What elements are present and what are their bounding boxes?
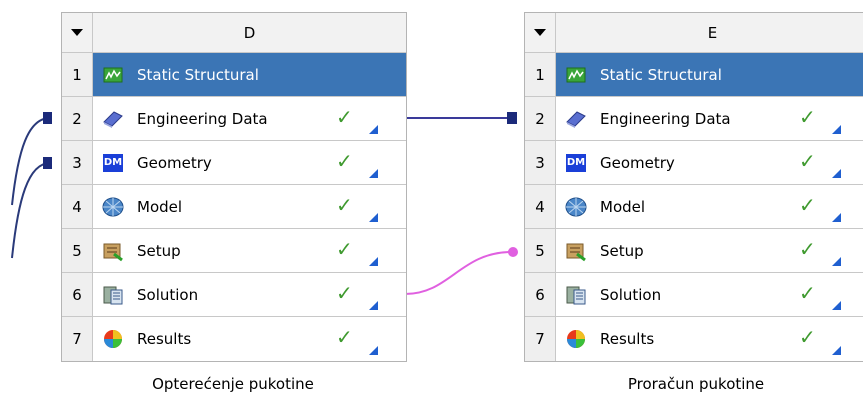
system-d-row-3[interactable]: 3 DM Geometry ✓ (62, 141, 406, 185)
connector-d-engineering-data (43, 112, 52, 124)
row-index: 5 (525, 229, 556, 272)
system-e-header[interactable]: E (525, 13, 863, 53)
up-to-date-check-icon: ✓ (799, 325, 816, 349)
system-d-row-5[interactable]: 5 Setup ✓ (62, 229, 406, 273)
geometry-dm-icon: DM (102, 152, 124, 174)
cell-corner-icon (369, 125, 378, 134)
system-e-caption[interactable]: Proračun pukotine (524, 375, 863, 393)
up-to-date-check-icon: ✓ (336, 105, 353, 129)
link-solution-d-to-setup-e (404, 251, 513, 295)
row-label: Solution (137, 285, 199, 304)
cell-corner-icon (369, 257, 378, 266)
cell-corner-icon (832, 346, 841, 355)
row-label: Geometry (600, 153, 675, 172)
system-d-row-1[interactable]: 1 Static Structural (62, 53, 406, 97)
system-e[interactable]: E 1 Static Structural 2 Engineering Data… (524, 12, 863, 362)
row-index: 6 (525, 273, 556, 316)
cell-corner-icon (832, 169, 841, 178)
cell-corner-icon (369, 301, 378, 310)
engineering-data-icon (565, 108, 587, 130)
connector-d-geometry (43, 157, 52, 169)
row-index: 2 (525, 97, 556, 140)
row-label: Setup (137, 241, 181, 260)
system-d-header-label: D (93, 13, 406, 52)
row-label: Solution (600, 285, 662, 304)
up-to-date-check-icon: ✓ (799, 237, 816, 261)
row-label: Setup (600, 241, 644, 260)
up-to-date-check-icon: ✓ (336, 193, 353, 217)
cell-corner-icon (369, 169, 378, 178)
row-index: 3 (62, 141, 93, 184)
solution-icon (565, 284, 587, 306)
cell-corner-icon (369, 213, 378, 222)
system-e-header-label: E (556, 13, 863, 52)
model-icon (102, 196, 124, 218)
up-to-date-check-icon: ✓ (336, 325, 353, 349)
row-label: Static Structural (600, 65, 722, 84)
system-d-menu-button[interactable] (62, 13, 93, 52)
system-d-row-4[interactable]: 4 Model ✓ (62, 185, 406, 229)
row-label: Results (137, 330, 192, 348)
system-e-row-5[interactable]: 5 Setup ✓ (525, 229, 863, 273)
up-to-date-check-icon: ✓ (336, 281, 353, 305)
system-e-row-2[interactable]: 2 Engineering Data ✓ (525, 97, 863, 141)
system-d-header[interactable]: D (62, 13, 406, 53)
geometry-dm-icon: DM (565, 152, 587, 174)
incoming-link-geometry (11, 162, 51, 259)
cell-corner-icon (832, 257, 841, 266)
up-to-date-check-icon: ✓ (336, 149, 353, 173)
model-icon (565, 196, 587, 218)
system-d-caption[interactable]: Opterećenje pukotine (61, 375, 405, 393)
setup-icon (102, 240, 124, 262)
system-e-row-7[interactable]: 7 Results ✓ (525, 317, 863, 361)
connector-e-engineering-data (507, 112, 517, 124)
results-icon (102, 328, 124, 350)
dropdown-arrow-icon (534, 29, 546, 36)
row-label: Static Structural (137, 65, 259, 84)
results-icon (565, 328, 587, 350)
up-to-date-check-icon: ✓ (336, 237, 353, 261)
static-structural-icon (565, 64, 587, 86)
static-structural-icon (102, 64, 124, 86)
system-e-row-4[interactable]: 4 Model ✓ (525, 185, 863, 229)
row-index: 3 (525, 141, 556, 184)
row-index: 7 (525, 317, 556, 361)
row-label: Model (600, 197, 646, 216)
row-index: 4 (525, 185, 556, 228)
row-label: Engineering Data (137, 109, 268, 128)
solution-icon (102, 284, 124, 306)
row-index: 7 (62, 317, 93, 361)
system-d[interactable]: D 1 Static Structural 2 Engineering Data… (61, 12, 407, 362)
system-d-row-7[interactable]: 7 Results ✓ (62, 317, 406, 361)
setup-icon (565, 240, 587, 262)
system-e-row-1[interactable]: 1 Static Structural (525, 53, 863, 97)
system-d-row-2[interactable]: 2 Engineering Data ✓ (62, 97, 406, 141)
system-e-row-3[interactable]: 3 DM Geometry ✓ (525, 141, 863, 185)
cell-corner-icon (832, 213, 841, 222)
system-e-menu-button[interactable] (525, 13, 556, 52)
up-to-date-check-icon: ✓ (799, 149, 816, 173)
up-to-date-check-icon: ✓ (799, 281, 816, 305)
connector-e-setup (508, 247, 518, 257)
row-label: Geometry (137, 153, 212, 172)
system-e-row-6[interactable]: 6 Solution ✓ (525, 273, 863, 317)
cell-corner-icon (832, 125, 841, 134)
up-to-date-check-icon: ✓ (799, 105, 816, 129)
system-d-row-6[interactable]: 6 Solution ✓ (62, 273, 406, 317)
row-index: 4 (62, 185, 93, 228)
row-index: 1 (62, 53, 93, 96)
row-label: Results (600, 330, 655, 348)
dropdown-arrow-icon (71, 29, 83, 36)
row-index: 1 (525, 53, 556, 96)
row-index: 5 (62, 229, 93, 272)
cell-corner-icon (369, 346, 378, 355)
row-label: Model (137, 197, 183, 216)
engineering-data-icon (102, 108, 124, 130)
row-index: 2 (62, 97, 93, 140)
up-to-date-check-icon: ✓ (799, 193, 816, 217)
cell-corner-icon (832, 301, 841, 310)
row-label: Engineering Data (600, 109, 731, 128)
row-index: 6 (62, 273, 93, 316)
